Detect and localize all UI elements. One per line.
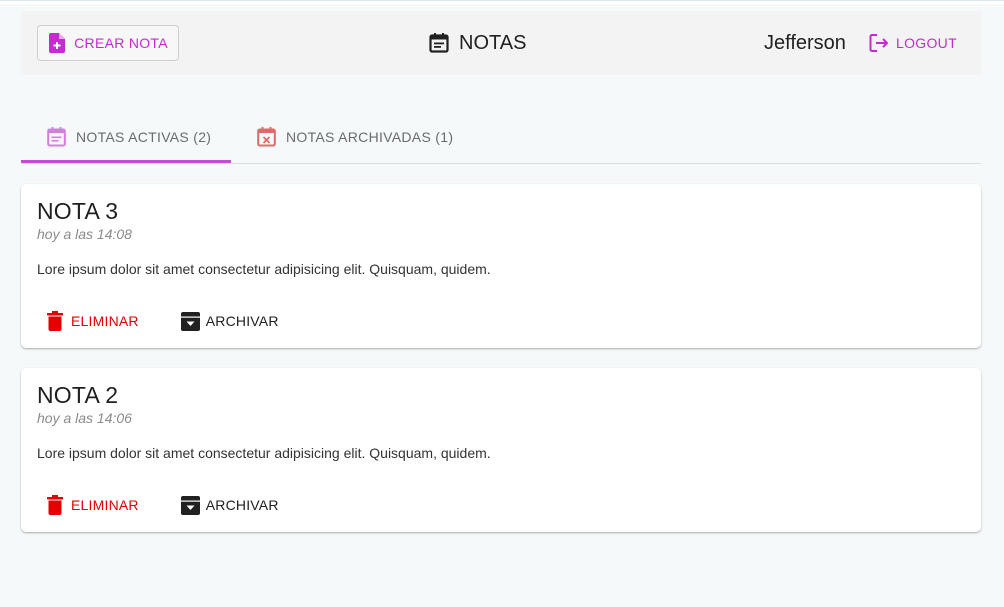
note-actions: ELIMINAR ARCHIVAR [37,306,289,336]
top-divider [0,0,1004,4]
tab-active-notes-label: NOTAS ACTIVAS (2) [76,129,212,145]
archive-icon [180,495,200,515]
logout-label: LOGOUT [896,35,957,51]
app-header: CREAR NOTA NOTAS Jefferson LOGOUT [21,11,981,75]
note-add-icon [48,33,66,53]
archive-button[interactable]: ARCHIVAR [171,306,289,336]
delete-button[interactable]: ELIMINAR [37,490,149,520]
calendar-remove-icon [257,127,276,147]
tab-active-notes[interactable]: NOTAS ACTIVAS (2) [21,113,231,161]
delete-label: ELIMINAR [71,497,139,513]
tab-archived-notes-label: NOTAS ARCHIVADAS (1) [286,129,454,145]
archive-label: ARCHIVAR [205,497,279,513]
note-content: Lore ipsum dolor sit amet consectetur ad… [37,445,491,461]
archive-icon [180,311,200,331]
note-title: NOTA 2 [37,382,119,408]
active-tab-indicator [21,160,231,163]
note-date: hoy a las 14:08 [37,226,132,242]
create-note-button[interactable]: CREAR NOTA [37,25,179,61]
logout-button[interactable]: LOGOUT [861,25,961,61]
tab-archived-notes[interactable]: NOTAS ARCHIVADAS (1) [257,113,453,161]
page-title-text: NOTAS [459,31,527,54]
logout-icon [869,33,889,53]
note-actions: ELIMINAR ARCHIVAR [37,490,289,520]
note-card: NOTA 3 hoy a las 14:08 Lore ipsum dolor … [21,184,981,348]
archive-label: ARCHIVAR [205,313,279,329]
create-note-label: CREAR NOTA [74,35,168,51]
page-title: NOTAS [429,31,526,55]
archive-button[interactable]: ARCHIVAR [171,490,289,520]
notes-tabs: NOTAS ACTIVAS (2) NOTAS ARCHIVADAS (1) [21,113,981,164]
username: Jefferson [764,31,846,54]
trash-icon [47,311,63,331]
calendar-notes-icon [47,127,66,147]
note-title: NOTA 3 [37,198,119,224]
delete-label: ELIMINAR [71,313,139,329]
delete-button[interactable]: ELIMINAR [37,306,149,336]
trash-icon [47,495,63,515]
note-card: NOTA 2 hoy a las 14:06 Lore ipsum dolor … [21,368,981,532]
calendar-notes-icon [429,33,449,53]
note-content: Lore ipsum dolor sit amet consectetur ad… [37,261,491,277]
note-date: hoy a las 14:06 [37,410,132,426]
